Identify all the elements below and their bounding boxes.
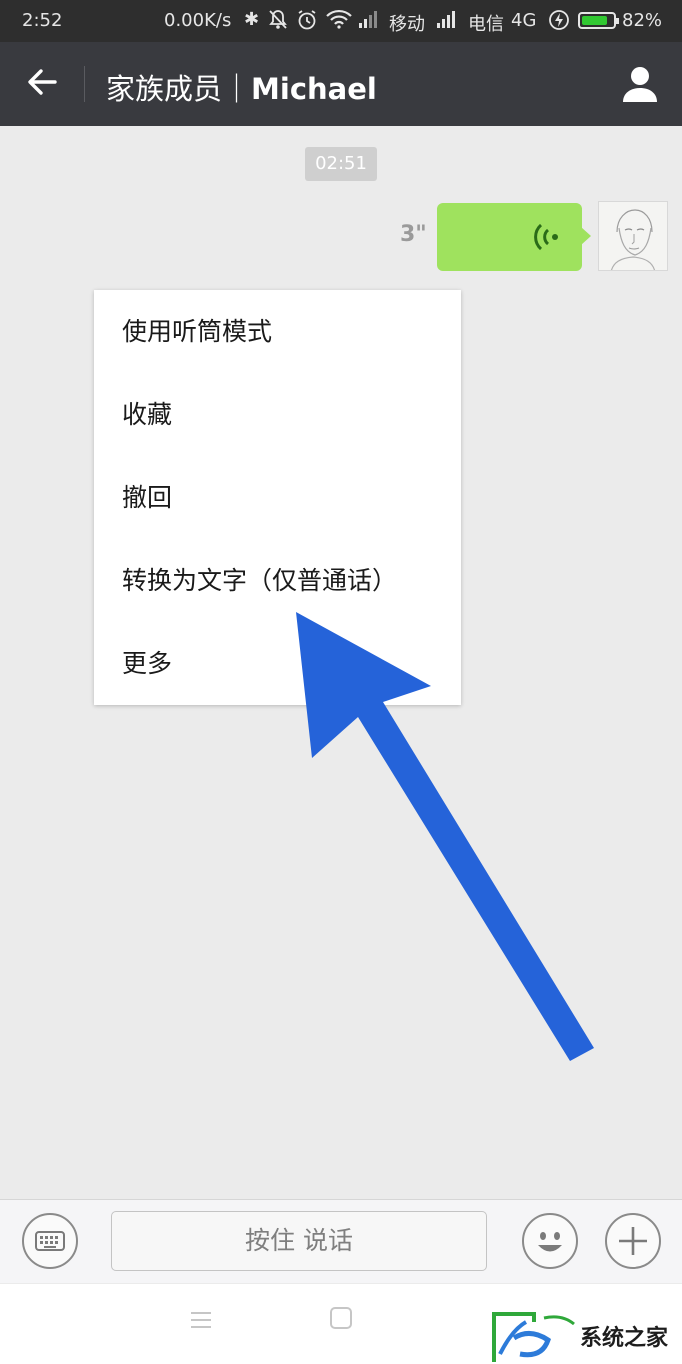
menu-item-favorite[interactable]: 收藏: [94, 373, 461, 456]
plus-icon[interactable]: [605, 1213, 661, 1269]
menu-icon[interactable]: [190, 1308, 212, 1332]
voice-wave-icon: [533, 221, 563, 253]
battery-fill: [582, 16, 607, 25]
input-bar: 按住 说话: [0, 1199, 682, 1283]
keyboard-icon[interactable]: [22, 1213, 78, 1269]
signal-icon-2: [436, 9, 458, 34]
signal-icon: [358, 9, 380, 34]
group-name: 家族成员: [106, 72, 223, 106]
battery-percent: 82%: [622, 10, 663, 31]
chat-title: 家族成员｜Michael: [106, 66, 377, 108]
header-divider: [84, 66, 85, 102]
voice-duration: 3": [400, 222, 427, 247]
battery-icon: [578, 12, 619, 29]
watermark-text: 系统之家: [580, 1326, 669, 1351]
back-arrow-icon[interactable]: [22, 62, 62, 102]
voice-message-bubble[interactable]: [437, 203, 591, 271]
bluetooth-icon: ✱: [244, 9, 260, 30]
menu-item-convert-to-text[interactable]: 转换为文字（仅普通话）: [94, 539, 461, 622]
carrier-telecom: 电信: [468, 14, 504, 35]
person-icon[interactable]: [620, 64, 660, 104]
chat-header: 家族成员｜Michael: [0, 42, 682, 126]
status-bar: 2:52 0.00K/s ✱ 移动 电信 4G 82%: [0, 0, 682, 42]
net-speed: 0.00K/s: [164, 10, 232, 31]
contact-name: Michael: [251, 72, 377, 106]
wifi-icon: [326, 9, 352, 34]
alarm-icon: [296, 9, 318, 36]
menu-item-more[interactable]: 更多: [94, 622, 461, 705]
status-time: 2:52: [22, 10, 63, 31]
title-separator: ｜: [222, 72, 252, 106]
menu-item-earpiece-mode[interactable]: 使用听筒模式: [94, 290, 461, 373]
carrier-mobile: 移动: [389, 14, 425, 35]
hold-to-talk-button[interactable]: 按住 说话: [111, 1211, 487, 1271]
menu-item-recall[interactable]: 撤回: [94, 456, 461, 539]
mute-bell-icon: [268, 9, 288, 36]
avatar[interactable]: [598, 201, 668, 271]
message-timestamp: 02:51: [305, 147, 377, 181]
emoji-icon[interactable]: [522, 1213, 578, 1269]
home-icon[interactable]: [330, 1307, 352, 1329]
network-type: 4G: [511, 10, 537, 31]
context-menu: 使用听筒模式 收藏 撤回 转换为文字（仅普通话） 更多: [94, 290, 461, 705]
charging-icon: [548, 9, 570, 36]
